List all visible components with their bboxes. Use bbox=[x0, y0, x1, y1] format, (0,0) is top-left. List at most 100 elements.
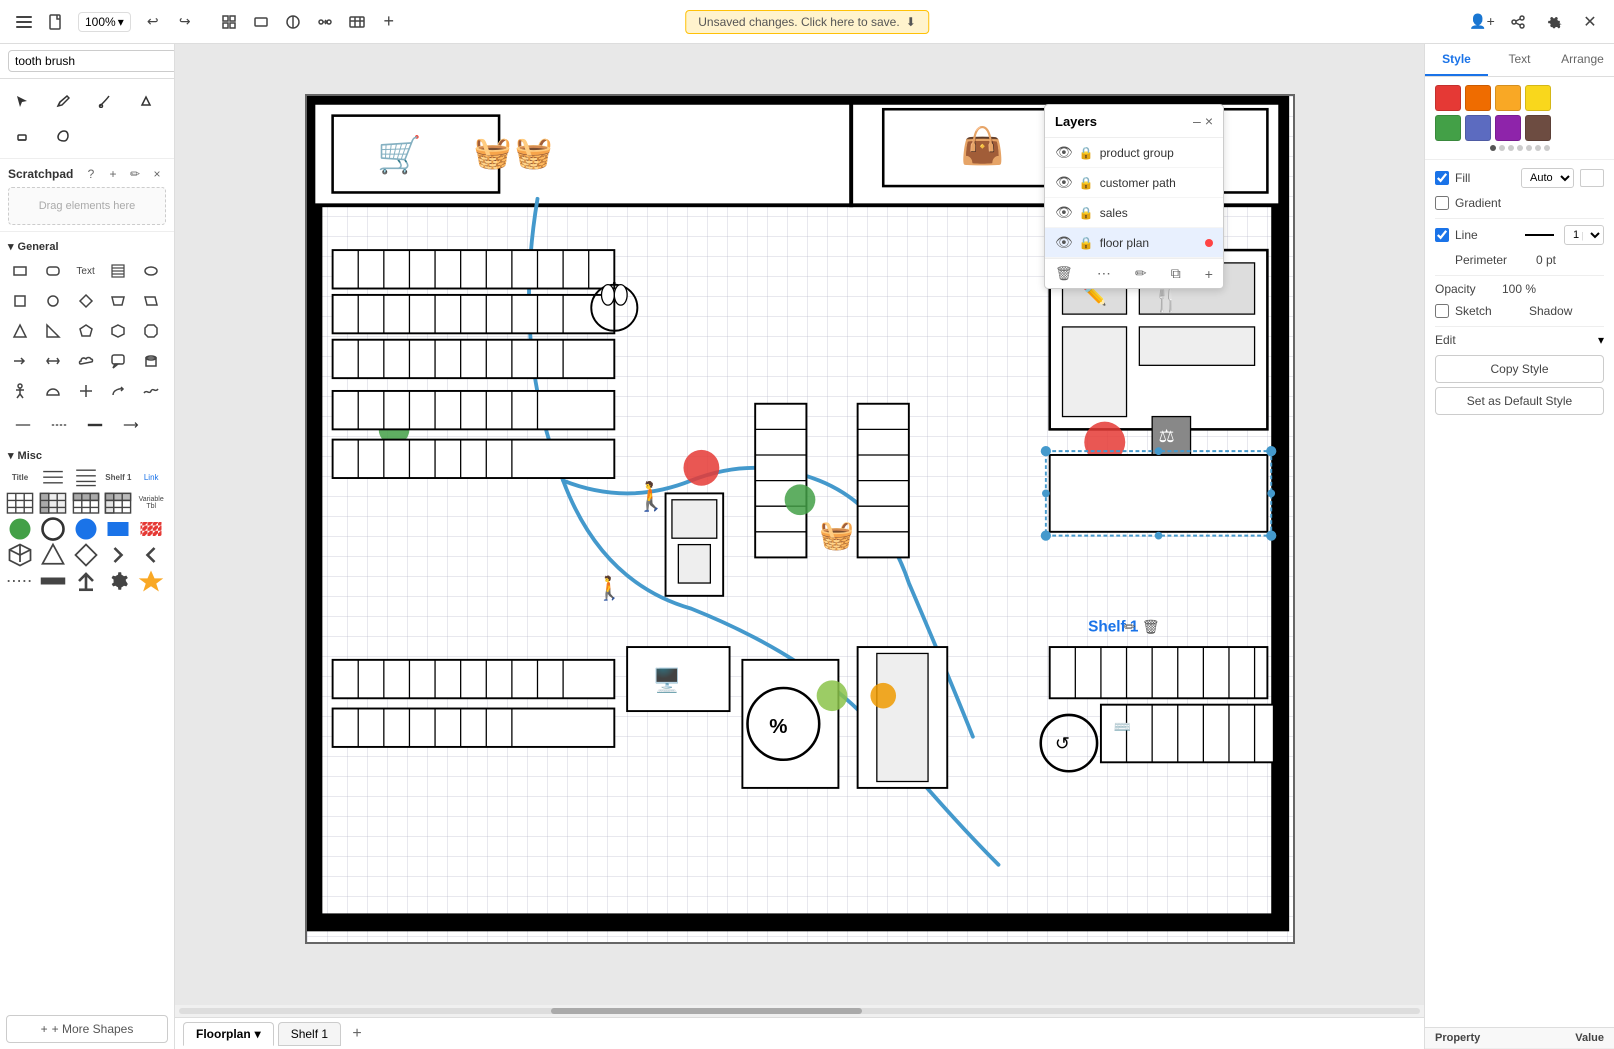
misc-anchor[interactable] bbox=[72, 570, 100, 592]
canvas-area[interactable]: Layers – × 👁 🔒 product group 👁 🔒 custome… bbox=[175, 44, 1424, 1049]
cross-shape[interactable] bbox=[72, 377, 100, 405]
swatch-orange[interactable] bbox=[1465, 85, 1491, 111]
stickman-shape[interactable] bbox=[6, 377, 34, 405]
swatch-green[interactable] bbox=[1435, 115, 1461, 141]
more-shapes-button[interactable]: + + More Shapes bbox=[6, 1015, 168, 1043]
scratchpad-close-button[interactable]: × bbox=[148, 165, 166, 183]
swatch-yellow[interactable] bbox=[1525, 85, 1551, 111]
add-user-button[interactable]: 👤+ bbox=[1468, 8, 1496, 36]
misc-shelf[interactable]: Shelf 1 bbox=[104, 466, 132, 488]
thick-line-shape[interactable] bbox=[78, 411, 112, 439]
parallelogram-shape[interactable] bbox=[137, 287, 165, 315]
hexagon-shape[interactable] bbox=[104, 317, 132, 345]
undo-button[interactable]: ↩ bbox=[139, 8, 167, 36]
swatch-red[interactable] bbox=[1435, 85, 1461, 111]
half-circle-shape[interactable] bbox=[39, 377, 67, 405]
zoom-control[interactable]: 100% ▾ bbox=[78, 12, 131, 32]
scratchpad-help-button[interactable]: ? bbox=[82, 165, 100, 183]
swatch-brown[interactable] bbox=[1525, 115, 1551, 141]
settings-button[interactable] bbox=[1540, 8, 1568, 36]
layers-minimize-button[interactable]: – bbox=[1193, 113, 1201, 129]
rect-shape[interactable] bbox=[6, 257, 34, 285]
misc-thick-line[interactable] bbox=[39, 570, 67, 592]
misc-section-title[interactable]: ▾ Misc bbox=[6, 445, 168, 466]
rounded-rect-shape[interactable] bbox=[39, 257, 67, 285]
pentagon-shape[interactable] bbox=[72, 317, 100, 345]
sketch-checkbox[interactable] bbox=[1435, 304, 1449, 318]
misc-var-table[interactable]: Variable Tbl bbox=[137, 492, 165, 514]
rtriangle-shape[interactable] bbox=[39, 317, 67, 345]
square-shape[interactable] bbox=[6, 287, 34, 315]
layer-lock-icon[interactable]: 🔒 bbox=[1079, 146, 1094, 160]
tab-floorplan[interactable]: Floorplan ▾ bbox=[183, 1022, 274, 1046]
redo-button[interactable]: ↪ bbox=[171, 8, 199, 36]
misc-stripe[interactable] bbox=[137, 518, 165, 540]
pointer-tool[interactable] bbox=[6, 85, 38, 117]
ellipse-shape[interactable] bbox=[137, 257, 165, 285]
solid-line-shape[interactable] bbox=[6, 411, 40, 439]
line-width-select[interactable]: 1 pt bbox=[1564, 225, 1604, 245]
arrow-shape[interactable] bbox=[6, 347, 34, 375]
add-tool-button[interactable]: + bbox=[375, 8, 403, 36]
curved-arrow-shape[interactable] bbox=[104, 377, 132, 405]
note-shape[interactable] bbox=[104, 257, 132, 285]
misc-table4[interactable] bbox=[104, 492, 132, 514]
cloud-shape[interactable] bbox=[72, 347, 100, 375]
misc-pyramid[interactable] bbox=[39, 544, 67, 566]
misc-diamond2[interactable] bbox=[72, 544, 100, 566]
misc-list1[interactable] bbox=[39, 466, 67, 488]
ellipse-tool-button[interactable] bbox=[279, 8, 307, 36]
swatch-yellow-orange[interactable] bbox=[1495, 85, 1521, 111]
general-section-title[interactable]: ▾ General bbox=[6, 236, 168, 257]
layers-close-button[interactable]: × bbox=[1205, 113, 1213, 129]
line-checkbox[interactable] bbox=[1435, 228, 1449, 242]
misc-chevron-r[interactable] bbox=[104, 544, 132, 566]
text-shape[interactable]: Text bbox=[72, 257, 100, 285]
scratchpad-edit-button[interactable]: ✏ bbox=[126, 165, 144, 183]
layer-eye-icon[interactable]: 👁 bbox=[1055, 204, 1073, 221]
highlight-tool[interactable] bbox=[130, 85, 162, 117]
layer-item-product-group[interactable]: 👁 🔒 product group bbox=[1045, 138, 1223, 168]
layers-options-button[interactable]: ⋯ bbox=[1097, 265, 1111, 282]
triangle-shape[interactable] bbox=[6, 317, 34, 345]
connection-tool-button[interactable] bbox=[311, 8, 339, 36]
misc-list2[interactable] bbox=[72, 466, 100, 488]
layer-eye-icon[interactable]: 👁 bbox=[1055, 234, 1073, 251]
misc-table3[interactable] bbox=[72, 492, 100, 514]
layers-edit-button[interactable]: ✏ bbox=[1135, 265, 1147, 282]
scratchpad-add-button[interactable]: + bbox=[104, 165, 122, 183]
fill-tool[interactable] bbox=[47, 120, 79, 152]
layers-duplicate-button[interactable]: ⧉ bbox=[1171, 265, 1181, 282]
eraser-tool[interactable] bbox=[6, 120, 38, 152]
unsaved-banner[interactable]: Unsaved changes. Click here to save. ⬇ bbox=[685, 10, 929, 34]
dashed-line-shape[interactable] bbox=[42, 411, 76, 439]
scratchpad-drop-zone[interactable]: Drag elements here bbox=[8, 187, 166, 225]
add-tab-button[interactable]: + bbox=[345, 1022, 369, 1046]
hamburger-menu-button[interactable] bbox=[10, 8, 38, 36]
misc-chevron-l[interactable] bbox=[137, 544, 165, 566]
scrollbar-thumb[interactable] bbox=[551, 1008, 861, 1014]
layer-lock-icon[interactable]: 🔒 bbox=[1079, 236, 1094, 250]
misc-table1[interactable] bbox=[6, 492, 34, 514]
close-button[interactable]: ✕ bbox=[1576, 8, 1604, 36]
horizontal-scrollbar[interactable] bbox=[175, 1005, 1424, 1017]
set-default-style-button[interactable]: Set as Default Style bbox=[1435, 387, 1604, 415]
misc-circle-green[interactable] bbox=[6, 518, 34, 540]
octagon-shape[interactable] bbox=[137, 317, 165, 345]
misc-circle-blue[interactable] bbox=[72, 518, 100, 540]
layer-item-sales[interactable]: 👁 🔒 sales bbox=[1045, 198, 1223, 228]
fill-mode-select[interactable]: Auto bbox=[1521, 168, 1574, 188]
canvas-scroll[interactable]: 🛒 🧺 🧺 👜 🧴 bbox=[175, 44, 1424, 1049]
share-button[interactable] bbox=[1504, 8, 1532, 36]
layer-lock-icon[interactable]: 🔒 bbox=[1079, 206, 1094, 220]
misc-star[interactable] bbox=[137, 570, 165, 592]
callout-shape[interactable] bbox=[104, 347, 132, 375]
layer-item-customer-path[interactable]: 👁 🔒 customer path bbox=[1045, 168, 1223, 198]
swatch-purple[interactable] bbox=[1495, 115, 1521, 141]
cylinder-shape[interactable] bbox=[137, 347, 165, 375]
brush-tool[interactable] bbox=[89, 85, 121, 117]
diamond-shape[interactable] bbox=[72, 287, 100, 315]
trapezoid-shape[interactable] bbox=[104, 287, 132, 315]
arrow-line-shape[interactable] bbox=[114, 411, 148, 439]
text-tab[interactable]: Text bbox=[1488, 44, 1551, 76]
